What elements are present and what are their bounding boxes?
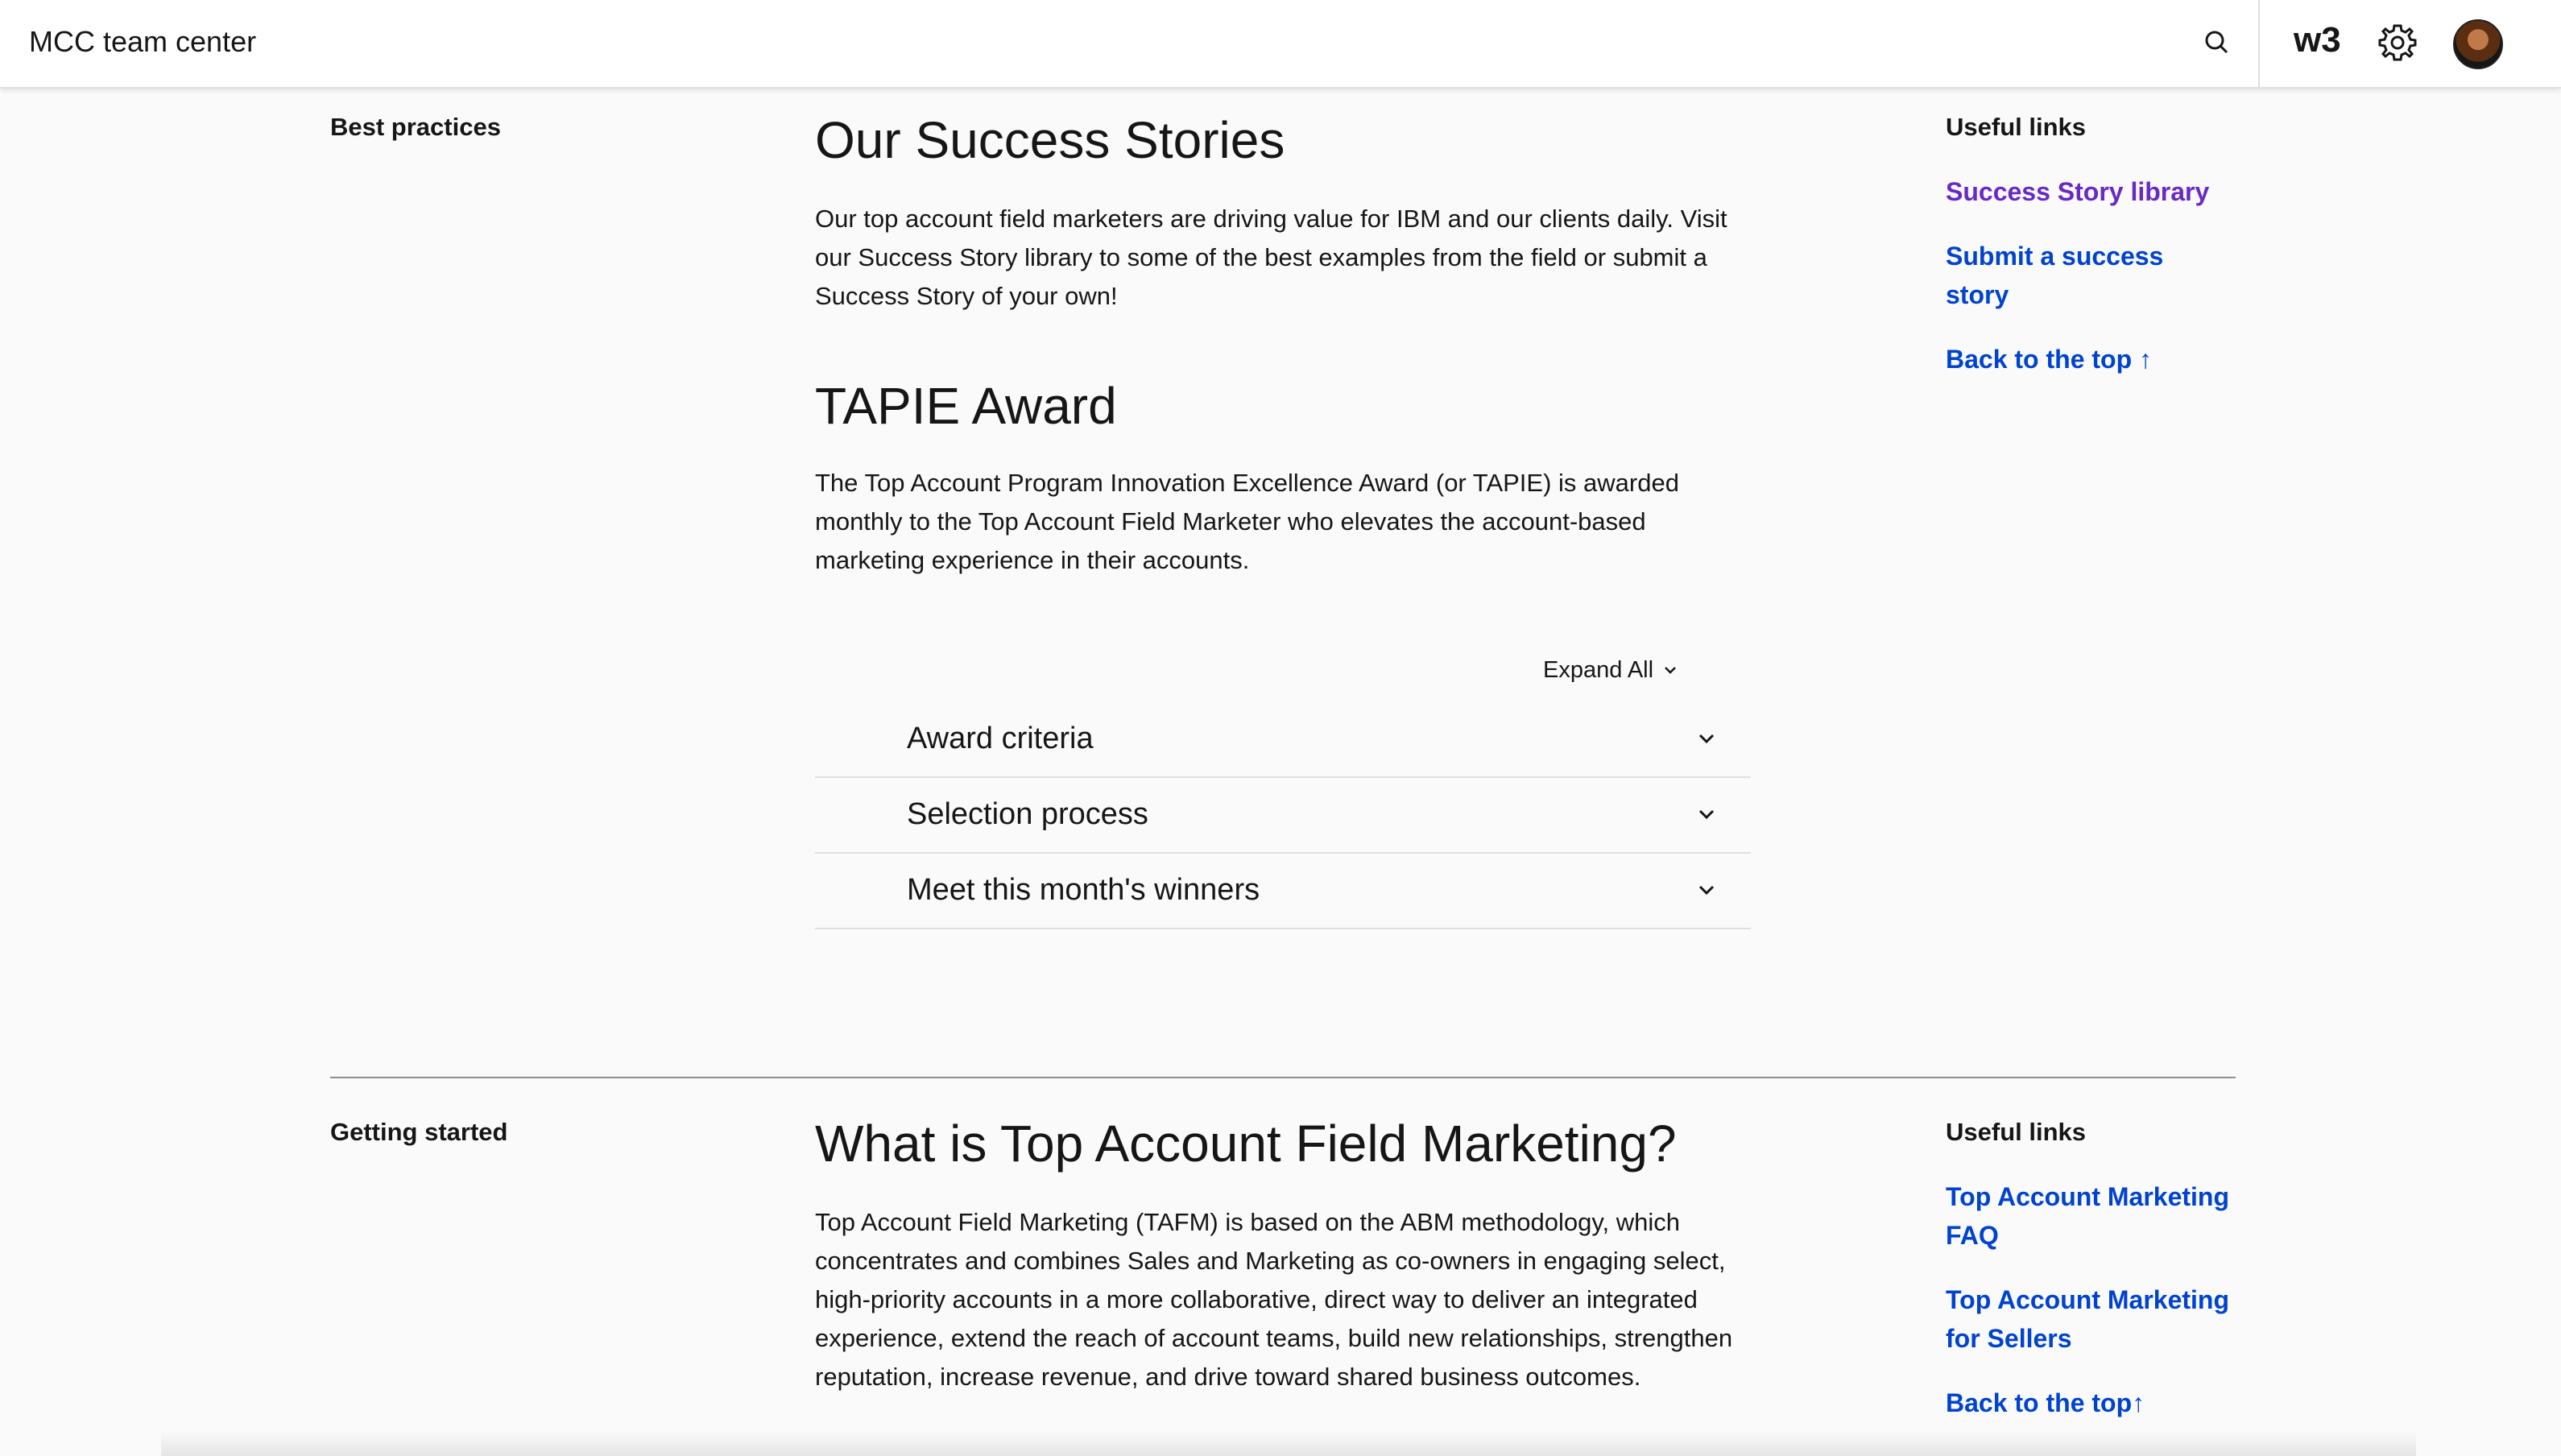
link-submit-success-story[interactable]: Submit a success story bbox=[1946, 237, 2211, 314]
app-title[interactable]: MCC team center bbox=[29, 23, 256, 61]
avatar[interactable] bbox=[2453, 19, 2503, 69]
chevron-down-icon bbox=[1698, 885, 1715, 896]
heading-tapie-award: TAPIE Award bbox=[815, 377, 1117, 435]
tafm-text: Top Account Field Marketing (TAFM) is ba… bbox=[815, 1208, 1733, 1391]
section-divider bbox=[330, 1077, 2236, 1078]
link-top-account-marketing-sellers[interactable]: Top Account Marketing for Sellers bbox=[1946, 1280, 2252, 1358]
accordion-meet-winners[interactable]: Meet this month's winners bbox=[815, 854, 1751, 929]
accordion-selection-process[interactable]: Selection process bbox=[815, 778, 1751, 854]
link-back-to-top[interactable]: Back to the top ↑ bbox=[1946, 340, 2268, 378]
chevron-down-icon bbox=[1698, 734, 1715, 744]
link-back-to-top[interactable]: Back to the top↑ bbox=[1946, 1384, 2268, 1422]
accordion-title: Award criteria bbox=[907, 722, 1094, 755]
accordion-award-criteria[interactable]: Award criteria bbox=[815, 702, 1751, 778]
header-divider bbox=[2258, 0, 2260, 87]
accordion-title: Meet this month's winners bbox=[907, 873, 1260, 907]
heading-what-is-tafm: What is Top Account Field Marketing? bbox=[815, 1115, 1677, 1173]
gear-icon[interactable] bbox=[2376, 21, 2419, 64]
scroll-fade bbox=[161, 1430, 2416, 1456]
heading-our-success-stories: Our Success Stories bbox=[815, 111, 1285, 169]
search-icon[interactable] bbox=[2197, 23, 2237, 63]
tapie-award-text: The Top Account Program Innovation Excel… bbox=[815, 469, 1679, 574]
link-success-story-library[interactable]: Success Story library bbox=[1946, 172, 2268, 211]
section-heading-best-practices: Best practices bbox=[330, 113, 501, 141]
link-top-account-marketing-faq[interactable]: Top Account Marketing FAQ bbox=[1946, 1177, 2252, 1255]
success-stories-text: Our top account field marketers are driv… bbox=[815, 205, 1727, 310]
chevron-down-icon bbox=[1698, 809, 1715, 820]
w3-brand-link[interactable]: w3 bbox=[2294, 18, 2341, 63]
useful-links-heading: Useful links bbox=[1946, 113, 2086, 141]
useful-links-heading: Useful links bbox=[1946, 1118, 2086, 1146]
section-heading-getting-started: Getting started bbox=[330, 1118, 508, 1146]
top-nav-bar: MCC team center w3 bbox=[0, 0, 2561, 89]
chevron-down-icon bbox=[1665, 667, 1676, 674]
accordion-title: Selection process bbox=[907, 797, 1148, 831]
expand-all-label: Expand All bbox=[1543, 657, 1654, 683]
expand-all-button[interactable]: Expand All bbox=[1543, 651, 1679, 689]
